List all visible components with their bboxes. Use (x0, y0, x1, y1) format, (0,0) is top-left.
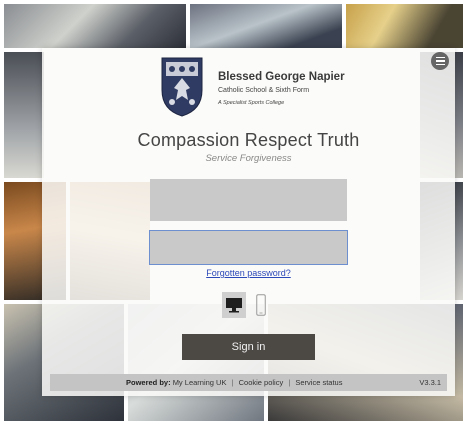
powered-by-label: Powered by: (126, 378, 171, 387)
mobile-view-toggle[interactable] (254, 292, 268, 318)
my-learning-link[interactable]: My Learning UK (173, 378, 227, 387)
background-photo (190, 4, 342, 48)
desktop-view-toggle[interactable] (222, 292, 246, 318)
school-subtitle: Catholic School & Sixth Form (218, 87, 310, 94)
hamburger-menu-icon[interactable] (431, 52, 449, 70)
forgotten-password-link[interactable]: Forgotten password? (42, 268, 455, 278)
motto-subheading: Service Forgiveness (205, 153, 292, 164)
background-photo (4, 4, 186, 48)
motto-heading: Compassion Respect Truth (137, 130, 360, 150)
desktop-monitor-icon (226, 298, 242, 313)
school-crest-icon (161, 57, 203, 117)
cookie-policy-link[interactable]: Cookie policy (239, 378, 284, 387)
footer-separator: | (231, 378, 234, 387)
password-input[interactable] (149, 230, 348, 265)
background-photo (346, 4, 463, 48)
mobile-phone-icon (256, 294, 266, 316)
service-status-link[interactable]: Service status (295, 378, 342, 387)
school-tagline: A Specialist Sports College (218, 100, 285, 106)
sign-in-button[interactable]: Sign in (182, 334, 315, 360)
school-name: Blessed George Napier (218, 71, 345, 83)
footer-links: Powered by: My Learning UK | Cookie poli… (126, 378, 342, 387)
school-logo: Blessed George Napier Catholic School & … (160, 56, 360, 122)
footer-bar: Powered by: My Learning UK | Cookie poli… (50, 374, 447, 391)
username-input[interactable] (150, 179, 347, 221)
login-panel: Blessed George Napier Catholic School & … (42, 48, 455, 396)
footer-separator: | (288, 378, 291, 387)
version-label: V3.3.1 (419, 378, 441, 387)
background-photo (4, 52, 44, 178)
